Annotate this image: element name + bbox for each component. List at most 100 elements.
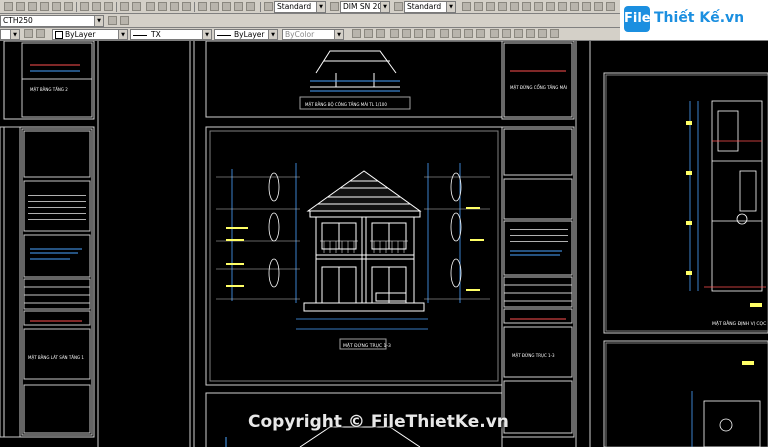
chevron-down-icon[interactable]: ▼ [94, 16, 103, 26]
cad-drawing: MẶT BẰNG TẦNG 2 MẶT BẰNG LÁT SÀN TẦNG 1 … [0, 41, 768, 447]
separator [194, 2, 195, 12]
scene-icon[interactable] [476, 29, 485, 38]
linetype-preview-icon [133, 34, 147, 36]
arc-icon[interactable] [498, 2, 507, 11]
pan-icon[interactable] [146, 2, 155, 11]
cut-icon[interactable] [80, 2, 89, 11]
layer-states-icon[interactable] [120, 16, 129, 25]
publish-icon[interactable] [64, 2, 73, 11]
print-icon[interactable] [40, 2, 49, 11]
preview-icon[interactable] [52, 2, 61, 11]
block-icon[interactable] [534, 2, 543, 11]
shade-icon[interactable] [526, 29, 535, 38]
text-style-value: Standard [277, 2, 312, 11]
sheet-set-icon[interactable] [234, 2, 243, 11]
drawing-canvas[interactable]: MẶT BẰNG TẦNG 2 MẶT BẰNG LÁT SÀN TẦNG 1 … [0, 41, 768, 447]
save-icon[interactable] [28, 2, 37, 11]
polyline-icon[interactable] [474, 2, 483, 11]
circle-icon[interactable] [486, 2, 495, 11]
layer-select[interactable]: CTH250 ▼ [0, 15, 104, 27]
lineweight-select[interactable]: ByLayer ▼ [214, 29, 278, 40]
scale-icon[interactable] [606, 2, 615, 11]
chevron-down-icon[interactable]: ▼ [334, 30, 343, 39]
refedit-icon[interactable] [364, 29, 373, 38]
draw-order-icon[interactable] [352, 29, 361, 38]
copy-object-icon[interactable] [582, 2, 591, 11]
paste-icon[interactable] [104, 2, 113, 11]
text-style-icon [264, 2, 273, 11]
ucs-icon[interactable] [490, 29, 499, 38]
plotstyle-value: ByColor [285, 30, 315, 39]
linetype-value: TX [151, 30, 161, 39]
text-style-select[interactable]: Standard ▼ [274, 1, 326, 13]
wipeout-icon[interactable] [390, 29, 399, 38]
floor-plan [703, 100, 763, 447]
rotate-icon[interactable] [594, 2, 603, 11]
zoom-previous-icon[interactable] [182, 2, 191, 11]
properties-icon[interactable] [198, 2, 207, 11]
hatch-icon[interactable] [522, 2, 531, 11]
table-style-icon [394, 2, 403, 11]
plotstyle-select[interactable]: ByColor ▼ [282, 29, 344, 40]
open-file-icon[interactable] [16, 2, 25, 11]
label-elevation-right: MẶT ĐỨNG TRỤC 1-3 [512, 353, 555, 358]
light-icon[interactable] [440, 29, 449, 38]
logo-text: Thiết Kế.vn [654, 10, 745, 26]
copyright-watermark: Copyright © FileThietKe.vn [248, 412, 509, 432]
design-center-icon[interactable] [210, 2, 219, 11]
copy-icon[interactable] [92, 2, 101, 11]
chevron-down-icon[interactable]: ▼ [316, 2, 325, 12]
chevron-down-icon[interactable]: ▼ [446, 2, 455, 12]
color-swatch-icon [55, 31, 63, 39]
revcloud-icon[interactable] [402, 29, 411, 38]
view-icon[interactable] [502, 29, 511, 38]
chevron-down-icon[interactable]: ▼ [202, 30, 211, 39]
color-value: ByLayer [65, 30, 96, 39]
chevron-down-icon[interactable]: ▼ [268, 30, 277, 39]
zoom-realtime-icon[interactable] [158, 2, 167, 11]
dimension-icon[interactable] [550, 29, 559, 38]
solid-icon[interactable] [538, 29, 547, 38]
rectangle-icon[interactable] [510, 2, 519, 11]
undo-icon[interactable] [120, 2, 129, 11]
layer-previous-icon[interactable] [108, 16, 117, 25]
move-icon[interactable] [570, 2, 579, 11]
make-current-icon[interactable] [36, 29, 45, 38]
table-style-select[interactable]: Standard ▼ [404, 1, 456, 13]
logo-badge: File [624, 6, 651, 32]
field-icon[interactable] [414, 29, 423, 38]
line-icon[interactable] [462, 2, 471, 11]
gate-roof [310, 50, 400, 88]
chevron-down-icon[interactable]: ▼ [118, 30, 127, 39]
attribute-icon[interactable] [426, 29, 435, 38]
chevron-down-icon[interactable]: ▼ [10, 30, 19, 39]
label-floor2: MẶT BẰNG TẦNG 2 [30, 87, 68, 92]
xref-icon[interactable] [376, 29, 385, 38]
chevron-down-icon[interactable]: ▼ [380, 2, 389, 12]
tool-palettes-icon[interactable] [222, 2, 231, 11]
site-logo: File Thiết Kế.vn [620, 0, 768, 40]
separator [76, 2, 77, 12]
new-file-icon[interactable] [4, 2, 13, 11]
render-icon[interactable] [452, 29, 461, 38]
lineweight-value: ByLayer [234, 30, 265, 39]
label-gate-right: MẶT ĐỨNG CỔNG TẦNG MÁI [510, 85, 567, 90]
label-plan-right: MẶT BẰNG ĐỊNH VỊ CỌC [712, 319, 766, 327]
redo-icon[interactable] [132, 2, 141, 11]
lineweight-preview-icon [217, 34, 231, 36]
far-right-sheets [603, 72, 768, 447]
label-elevation: MẶT ĐỨNG TRỤC 1-3 [343, 342, 391, 349]
color-select[interactable]: ByLayer ▼ [52, 29, 128, 40]
materials-icon[interactable] [464, 29, 473, 38]
point-icon[interactable] [546, 2, 555, 11]
orbit-icon[interactable] [514, 29, 523, 38]
mtext-icon[interactable] [558, 2, 567, 11]
layer-small-select[interactable]: ▼ [0, 29, 20, 40]
dim-style-select[interactable]: DIM SN 20 ▼ [340, 1, 390, 13]
linetype-select[interactable]: TX ▼ [130, 29, 212, 40]
separator [260, 2, 261, 12]
markup-icon[interactable] [246, 2, 255, 11]
zoom-window-icon[interactable] [170, 2, 179, 11]
dim-style-icon [330, 2, 339, 11]
layer-properties-icon[interactable] [24, 29, 33, 38]
